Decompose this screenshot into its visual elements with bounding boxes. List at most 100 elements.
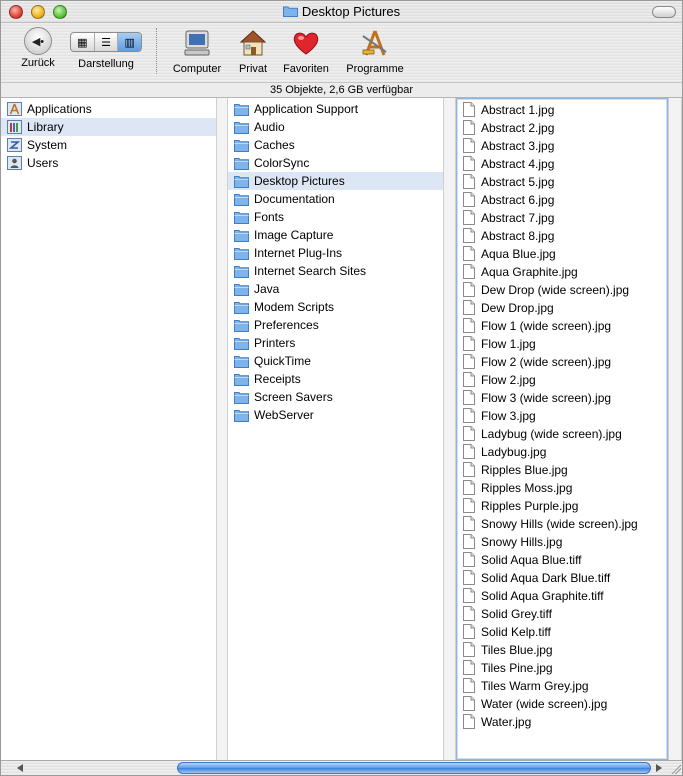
file-item[interactable]: Ripples Blue.jpg: [457, 461, 667, 479]
file-item[interactable]: Tiles Warm Grey.jpg: [457, 677, 667, 695]
column-1-item[interactable]: Users: [1, 154, 216, 172]
file-item[interactable]: Snowy Hills (wide screen).jpg: [457, 515, 667, 533]
file-item[interactable]: Solid Aqua Dark Blue.tiff: [457, 569, 667, 587]
column-2-item[interactable]: Printers: [228, 334, 443, 352]
column-2-item[interactable]: Image Capture: [228, 226, 443, 244]
item-label: Modem Scripts: [254, 300, 335, 314]
file-item[interactable]: Abstract 1.jpg: [457, 101, 667, 119]
file-item[interactable]: Solid Grey.tiff: [457, 605, 667, 623]
document-icon: [463, 192, 475, 207]
column-divider[interactable]: [443, 98, 456, 760]
list-view-icon[interactable]: ☰: [95, 33, 119, 51]
file-item[interactable]: Snowy Hills.jpg: [457, 533, 667, 551]
document-icon: [463, 156, 475, 171]
file-item[interactable]: Solid Aqua Blue.tiff: [457, 551, 667, 569]
applications-label: Programme: [346, 63, 404, 75]
column-2-item[interactable]: Desktop Pictures: [228, 172, 443, 190]
scroll-right-arrow-icon[interactable]: [656, 764, 662, 772]
file-item[interactable]: Solid Kelp.tiff: [457, 623, 667, 641]
column-2-item[interactable]: Preferences: [228, 316, 443, 334]
toolbar-toggle-button[interactable]: [652, 6, 676, 18]
column-2-item[interactable]: Application Support: [228, 100, 443, 118]
window-title-text: Desktop Pictures: [301, 4, 401, 19]
file-item[interactable]: Solid Aqua Graphite.tiff: [457, 587, 667, 605]
column-2-item[interactable]: Receipts: [228, 370, 443, 388]
column-divider[interactable]: [216, 98, 228, 760]
view-selector[interactable]: ▦ ☰ ▥ Darstellung: [69, 25, 143, 70]
window-title: Desktop Pictures: [1, 4, 682, 19]
column-1[interactable]: Applications Library System Users: [1, 98, 216, 760]
file-item[interactable]: Abstract 2.jpg: [457, 119, 667, 137]
column-2-item[interactable]: Documentation: [228, 190, 443, 208]
column-2-item[interactable]: Internet Plug-Ins: [228, 244, 443, 262]
home-button[interactable]: Privat: [235, 25, 271, 75]
file-item[interactable]: Water (wide screen).jpg: [457, 695, 667, 713]
column-1-item[interactable]: Library: [1, 118, 216, 136]
column-1-item[interactable]: System: [1, 136, 216, 154]
file-item[interactable]: Ripples Moss.jpg: [457, 479, 667, 497]
column-2-item[interactable]: QuickTime: [228, 352, 443, 370]
column-2-item[interactable]: Caches: [228, 136, 443, 154]
column-2-item[interactable]: Internet Search Sites: [228, 262, 443, 280]
horizontal-scrollbar[interactable]: [1, 760, 682, 775]
resize-grip-icon[interactable]: [670, 763, 681, 774]
file-item[interactable]: Flow 1 (wide screen).jpg: [457, 317, 667, 335]
document-icon: [463, 714, 475, 729]
file-item[interactable]: Flow 1.jpg: [457, 335, 667, 353]
file-item[interactable]: Dew Drop.jpg: [457, 299, 667, 317]
computer-button[interactable]: Computer: [169, 25, 225, 75]
file-item[interactable]: Flow 3 (wide screen).jpg: [457, 389, 667, 407]
item-label: Internet Plug-Ins: [254, 246, 343, 260]
item-label: Printers: [254, 336, 296, 350]
column-3[interactable]: Abstract 1.jpg Abstract 2.jpg Abstract 3.j…: [456, 98, 668, 760]
column-view-icon[interactable]: ▥: [118, 33, 141, 51]
column-2-item[interactable]: Java: [228, 280, 443, 298]
document-icon: [463, 552, 475, 567]
column-2-item[interactable]: ColorSync: [228, 154, 443, 172]
title-bar[interactable]: Desktop Pictures: [1, 1, 682, 23]
file-label: Flow 3 (wide screen).jpg: [481, 391, 612, 405]
document-icon: [463, 534, 475, 549]
column-2-item[interactable]: Modem Scripts: [228, 298, 443, 316]
column-2-item[interactable]: Screen Savers: [228, 388, 443, 406]
column-2-item[interactable]: WebServer: [228, 406, 443, 424]
column-divider[interactable]: [668, 98, 682, 760]
file-item[interactable]: Abstract 5.jpg: [457, 173, 667, 191]
file-item[interactable]: Abstract 3.jpg: [457, 137, 667, 155]
file-item[interactable]: Water.jpg: [457, 713, 667, 731]
file-item[interactable]: Ripples Purple.jpg: [457, 497, 667, 515]
file-item[interactable]: Abstract 8.jpg: [457, 227, 667, 245]
folder-icon: [234, 392, 249, 404]
document-icon: [463, 264, 475, 279]
column-2-item[interactable]: Audio: [228, 118, 443, 136]
file-item[interactable]: Abstract 4.jpg: [457, 155, 667, 173]
column-2[interactable]: Application Support Audio Caches ColorSync D…: [228, 98, 443, 760]
item-label: ColorSync: [254, 156, 310, 170]
scroll-thumb[interactable]: [177, 762, 651, 774]
scroll-left-arrow-icon[interactable]: [17, 764, 23, 772]
file-item[interactable]: Ladybug.jpg: [457, 443, 667, 461]
folder-icon: [234, 410, 249, 422]
document-icon: [463, 678, 475, 693]
document-icon: [463, 336, 475, 351]
column-1-item[interactable]: Applications: [1, 100, 216, 118]
folder-icon: [234, 356, 249, 368]
file-item[interactable]: Abstract 7.jpg: [457, 209, 667, 227]
file-item[interactable]: Aqua Blue.jpg: [457, 245, 667, 263]
column-2-item[interactable]: Fonts: [228, 208, 443, 226]
file-item[interactable]: Flow 2.jpg: [457, 371, 667, 389]
file-item[interactable]: Tiles Blue.jpg: [457, 641, 667, 659]
applications-button[interactable]: Programme: [343, 25, 407, 75]
file-item[interactable]: Flow 2 (wide screen).jpg: [457, 353, 667, 371]
icon-view-icon[interactable]: ▦: [71, 33, 95, 51]
file-item[interactable]: Abstract 6.jpg: [457, 191, 667, 209]
favorites-button[interactable]: Favoriten: [280, 25, 332, 75]
file-item[interactable]: Tiles Pine.jpg: [457, 659, 667, 677]
file-item[interactable]: Aqua Graphite.jpg: [457, 263, 667, 281]
file-item[interactable]: Ladybug (wide screen).jpg: [457, 425, 667, 443]
back-button[interactable]: ◀• Zurück: [15, 25, 61, 69]
file-item[interactable]: Dew Drop (wide screen).jpg: [457, 281, 667, 299]
item-label: Java: [254, 282, 280, 296]
item-label: System: [27, 138, 68, 152]
file-item[interactable]: Flow 3.jpg: [457, 407, 667, 425]
